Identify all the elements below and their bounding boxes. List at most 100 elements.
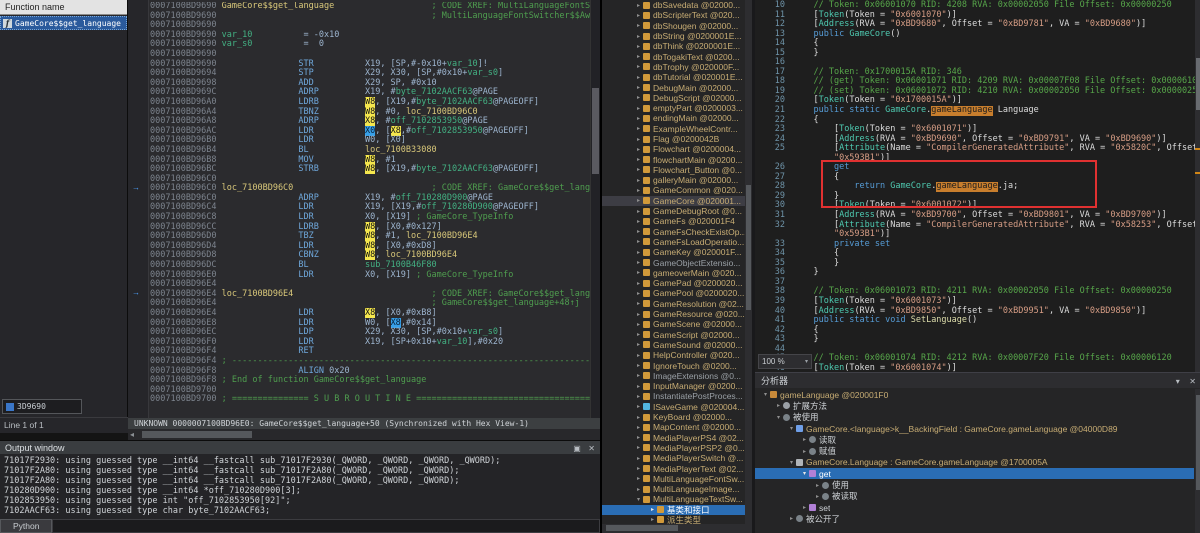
tree-item[interactable]: ▸ ISaveGame @020004... xyxy=(602,402,752,412)
undock-icon[interactable]: ▣ xyxy=(573,444,581,453)
code-line[interactable]: 13 public GameCore() xyxy=(755,29,1195,40)
expander-icon[interactable]: ▸ xyxy=(634,341,643,348)
code-line[interactable]: 21 public static GameCore. gameLanguage L… xyxy=(755,105,1195,116)
code-line[interactable]: 35 } xyxy=(755,258,1195,269)
expander-icon[interactable]: ▸ xyxy=(634,269,643,276)
decompiled-code-view[interactable]: 10 // Token: 0x06001070 RID: 4208 RVA: 0… xyxy=(755,0,1195,372)
jump-address-box[interactable] xyxy=(2,399,82,414)
code-line[interactable]: 43 } xyxy=(755,335,1195,345)
tree-item[interactable]: ▸ DebugScript @02000... xyxy=(602,93,752,103)
jump-address-input[interactable] xyxy=(17,402,81,411)
expander-icon[interactable]: ▸ xyxy=(634,403,643,410)
tree-item[interactable]: ▸ dbString @0200001E... xyxy=(602,31,752,41)
expander-icon[interactable]: ▸ xyxy=(634,94,643,101)
disasm-line[interactable]: 0007100BD9700 ; =============== S U B R … xyxy=(150,395,591,405)
expander-icon[interactable]: ▸ xyxy=(813,493,822,500)
analyzer-item[interactable]: ▸ 读取 xyxy=(755,434,1194,445)
tree-item[interactable]: ▸ MediaPlayerPSP2 @0... xyxy=(602,443,752,453)
expander-icon[interactable]: ▸ xyxy=(634,22,643,29)
tree-vertical-scrollbar[interactable] xyxy=(745,0,752,524)
expander-icon[interactable]: ▸ xyxy=(634,311,643,318)
analyzer-tree[interactable]: ▾ gameLanguage @020001F0 ▸ 扩展方法 ▾ 被使用 ▾ GameCor… xyxy=(755,389,1194,533)
tree-item[interactable]: ▸ 基类和接口 xyxy=(602,504,752,515)
chevron-down-icon[interactable]: ▾ xyxy=(1176,377,1180,386)
tree-item[interactable]: ▸ GamePool @0200020... xyxy=(602,288,752,298)
scrollbar-thumb[interactable] xyxy=(1196,395,1200,490)
tree-item[interactable]: ▸ InputManager @0200... xyxy=(602,381,752,391)
tree-item[interactable]: ▸ GamePad @0200020... xyxy=(602,278,752,288)
expander-icon[interactable]: ▸ xyxy=(648,516,657,523)
code-vertical-scrollbar[interactable] xyxy=(1195,0,1200,372)
expander-icon[interactable]: ▸ xyxy=(634,249,643,256)
tree-item[interactable]: ▸ dbShougen @02000... xyxy=(602,21,752,31)
tree-item[interactable]: ▸ MediaPlayerPS4 @02... xyxy=(602,432,752,443)
scroll-left-icon[interactable]: ◂ xyxy=(130,429,134,440)
analyzer-item[interactable]: ▸ 被读取 xyxy=(755,491,1194,502)
code-line[interactable]: 46 [Token(Token = "0x6001074")] xyxy=(755,363,1195,372)
analyzer-item[interactable]: ▸ 使用 xyxy=(755,479,1194,490)
analyzer-item[interactable]: ▾ GameCore.<language>k__BackingField : Ga… xyxy=(755,423,1194,434)
tree-item[interactable]: ▸ ExampleWheelContr... xyxy=(602,124,752,134)
expander-icon[interactable]: ▸ xyxy=(787,515,796,522)
expander-icon[interactable]: ▸ xyxy=(634,208,643,215)
analyzer-item[interactable]: ▸ set xyxy=(755,502,1194,513)
tree-item[interactable]: ▸ GameCommon @020... xyxy=(602,185,752,195)
expander-icon[interactable]: ▸ xyxy=(634,300,643,307)
tree-item[interactable]: ▸ ImageExtensions @0... xyxy=(602,371,752,381)
expander-icon[interactable]: ▸ xyxy=(634,352,643,359)
zoom-control[interactable]: 100 % ▾ xyxy=(758,354,812,369)
close-icon[interactable]: ✕ xyxy=(1189,377,1196,386)
tree-item[interactable]: ▸ GameResource @020... xyxy=(602,309,752,319)
code-line[interactable]: 42 { xyxy=(755,325,1195,336)
tree-item[interactable]: ▸ dbTogakiText @0200... xyxy=(602,51,752,62)
expander-icon[interactable]: ▸ xyxy=(634,393,643,400)
functions-column-header[interactable]: Function name xyxy=(0,0,127,15)
expander-icon[interactable]: ▸ xyxy=(634,455,643,462)
expander-icon[interactable]: ▸ xyxy=(648,506,657,513)
disassembly-horizontal-scrollbar[interactable]: ◂ xyxy=(128,429,600,440)
tree-item[interactable]: ▸ Flowchart @0200004... xyxy=(602,144,752,154)
tree-item[interactable]: ▸ 派生类型 xyxy=(602,515,752,524)
tree-item[interactable]: ▸ GameResolution @02... xyxy=(602,299,752,309)
assembly-explorer-tree[interactable]: ▸ dbSavedata @02000... ▸ dbScripterText @02… xyxy=(602,0,752,524)
tree-item[interactable]: ▸ GameScript @02000... xyxy=(602,330,752,340)
tree-item[interactable]: ▸ dbTutorial @020001E... xyxy=(602,72,752,82)
scrollbar-thumb[interactable] xyxy=(746,185,751,310)
analyzer-vertical-scrollbar[interactable] xyxy=(1195,389,1200,533)
tree-item[interactable]: ▸ MultiLanguageImage... xyxy=(602,484,752,494)
scrollbar-thumb[interactable] xyxy=(606,525,678,531)
expander-icon[interactable]: ▸ xyxy=(634,475,643,482)
tree-item[interactable]: ▸ GameScene @02000... xyxy=(602,319,752,329)
tree-item[interactable]: ▸ dbScripterText @020... xyxy=(602,10,752,20)
expander-icon[interactable]: ▸ xyxy=(634,63,643,70)
tree-item[interactable]: ▸ GameKey @020001F... xyxy=(602,247,752,257)
scrollbar-thumb[interactable] xyxy=(1196,58,1200,110)
expander-icon[interactable]: ▸ xyxy=(634,33,643,40)
tree-item[interactable]: ▸ MediaPlayerSwitch @... xyxy=(602,453,752,463)
scrollbar-thumb[interactable] xyxy=(592,88,599,174)
tree-item[interactable]: ▸ galleryMain @02000... xyxy=(602,175,752,185)
tree-item[interactable]: ▸ HelpController @020... xyxy=(602,350,752,360)
tree-item[interactable]: ▸ IgnoreTouch @0200... xyxy=(602,360,752,371)
tree-item[interactable]: ▾ MultiLanguageTextSw... xyxy=(602,494,752,504)
expander-icon[interactable]: ▸ xyxy=(634,280,643,287)
expander-icon[interactable]: ▸ xyxy=(634,84,643,91)
tree-item[interactable]: ▸ MapContent @02000... xyxy=(602,422,752,432)
tree-item[interactable]: ▸ gameoverMain @020... xyxy=(602,268,752,278)
expander-icon[interactable]: ▸ xyxy=(634,197,643,204)
expander-icon[interactable]: ▸ xyxy=(634,187,643,194)
tree-item[interactable]: ▸ GameObjectExtensio... xyxy=(602,257,752,268)
expander-icon[interactable]: ▸ xyxy=(634,228,643,235)
expander-icon[interactable]: ▸ xyxy=(634,146,643,153)
expander-icon[interactable]: ▾ xyxy=(634,496,643,503)
python-input[interactable] xyxy=(52,519,600,533)
tree-item[interactable]: ▸ DebugMain @02000... xyxy=(602,82,752,93)
expander-icon[interactable]: ▸ xyxy=(634,444,643,451)
tree-item[interactable]: ▸ GameCore @020001... xyxy=(602,195,752,206)
expander-icon[interactable]: ▸ xyxy=(634,372,643,379)
tree-item[interactable]: ▸ GameFsCheckExistOp... xyxy=(602,227,752,237)
expander-icon[interactable]: ▸ xyxy=(774,402,783,409)
expander-icon[interactable]: ▸ xyxy=(634,290,643,297)
tree-item[interactable]: ▸ GameSound @02000... xyxy=(602,340,752,350)
expander-icon[interactable]: ▸ xyxy=(634,424,643,431)
